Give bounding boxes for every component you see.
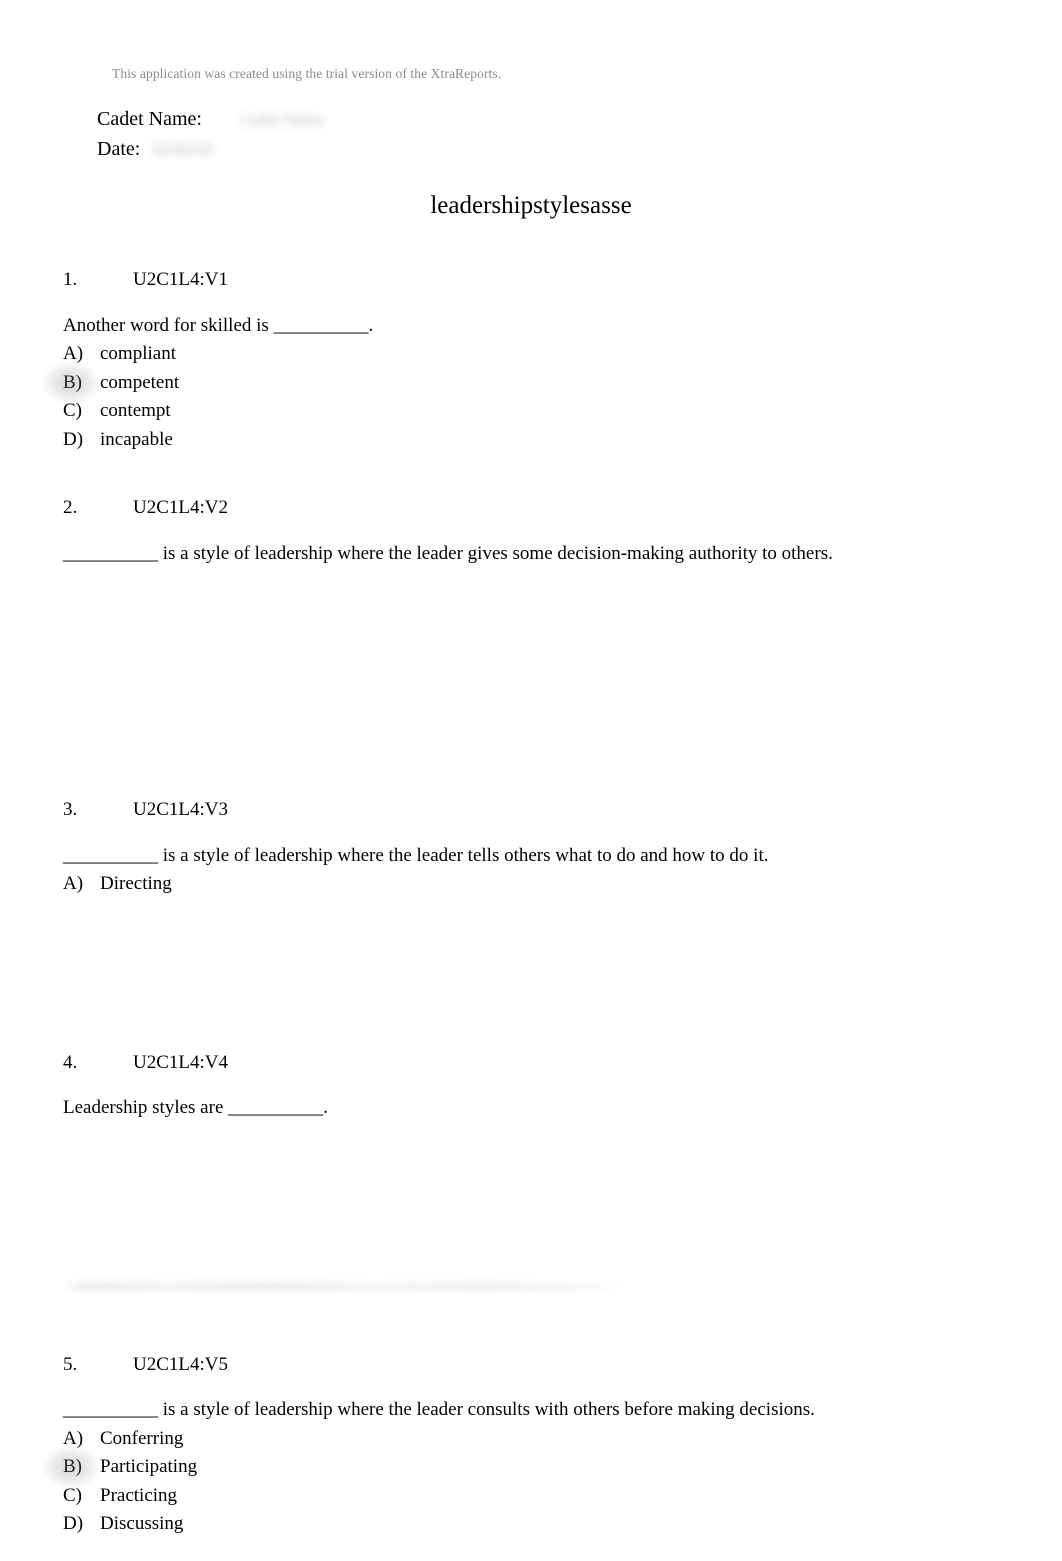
- question-header: 1. U2C1L4:V1: [63, 266, 963, 295]
- answer-option-letter: B): [63, 371, 82, 393]
- question-number: 3.: [63, 799, 78, 820]
- document-page: This application was created using the t…: [0, 0, 1062, 1561]
- question-number: 4.: [63, 1051, 78, 1073]
- question-header: 5. U2C1L4:V5: [63, 1351, 963, 1380]
- answer-option-label: Practicing: [100, 1484, 178, 1506]
- question-stem: Leadership styles are __________.: [63, 1097, 328, 1118]
- answer-option-letter: D): [63, 1513, 84, 1534]
- question-stem: __________ is a style of leadership wher…: [63, 542, 833, 564]
- answer-option-list: A) compliant B) competent C) contempt D) incapa…: [63, 340, 963, 454]
- cadet-name-field-row: Cadet Name: Cadet Name: [97, 104, 324, 134]
- question-code: U2C1L4:V5: [133, 1353, 228, 1375]
- question-stem: __________ is a style of leadership wher…: [63, 1399, 815, 1420]
- page-title: leadershipstylesasse: [430, 192, 632, 219]
- answer-option[interactable]: B) competent: [63, 369, 963, 398]
- answer-option-label: incapable: [100, 428, 173, 450]
- cadet-name-label: Cadet Name:: [97, 108, 202, 130]
- answer-option-letter: C): [63, 1484, 82, 1506]
- answer-option-label: Discussing: [100, 1513, 184, 1534]
- question-stem: __________ is a style of leadership wher…: [63, 844, 769, 866]
- date-label: Date:: [97, 138, 141, 160]
- answer-option-letter: B): [63, 1456, 82, 1477]
- answer-option-label: competent: [100, 371, 180, 393]
- question-code: U2C1L4:V1: [133, 269, 228, 290]
- question-header: 2. U2C1L4:V2: [63, 494, 963, 523]
- date-field-row: Date: 00/00/00: [97, 134, 324, 164]
- question-number: 5.: [63, 1353, 78, 1375]
- answer-option-label: Directing: [100, 873, 172, 894]
- question-stem: Another word for skilled is __________.: [63, 314, 374, 336]
- header-fields: Cadet Name: Cadet Name Date: 00/00/00: [97, 104, 324, 164]
- question-block: 1. U2C1L4:V1 Another word for skilled is _…: [63, 266, 963, 454]
- trial-version-notice: This application was created using the t…: [112, 66, 502, 81]
- question-code: U2C1L4:V4: [133, 1051, 228, 1073]
- question-spacer: [63, 899, 963, 1049]
- answer-option[interactable]: C) Practicing: [63, 1482, 963, 1511]
- question-number: 1.: [63, 269, 78, 290]
- answer-option[interactable]: D) incapable: [63, 426, 963, 455]
- date-value-redacted: 00/00/00: [152, 140, 213, 159]
- answer-option[interactable]: A) Conferring: [63, 1425, 963, 1454]
- answer-option-letter: D): [63, 428, 84, 450]
- question-header: 4. U2C1L4:V4: [63, 1049, 963, 1078]
- question-spacer: [63, 454, 963, 494]
- answer-option-letter: A): [63, 873, 84, 894]
- answer-option[interactable]: D) Discussing: [63, 1510, 963, 1539]
- question-block: 5. U2C1L4:V5 __________ is a style of lead…: [63, 1351, 963, 1539]
- question-block: 2. U2C1L4:V2 __________ is a style of lead…: [63, 494, 963, 568]
- answer-option-label: Participating: [100, 1456, 198, 1477]
- question-spacer: [63, 1123, 963, 1351]
- answer-option[interactable]: B) Participating: [63, 1453, 963, 1482]
- cadet-name-value-redacted: Cadet Name: [239, 110, 325, 129]
- answer-option[interactable]: A) Directing: [63, 870, 963, 899]
- answer-option[interactable]: C) contempt: [63, 397, 963, 426]
- answer-option-label: compliant: [100, 343, 176, 364]
- question-block: 3. U2C1L4:V3 __________ is a style of lead…: [63, 796, 963, 899]
- question-block: 4. U2C1L4:V4 Leadership styles are _______…: [63, 1049, 963, 1123]
- question-spacer: [63, 568, 963, 796]
- answer-option-label: contempt: [100, 400, 171, 421]
- question-list: 1. U2C1L4:V1 Another word for skilled is _…: [63, 266, 963, 1539]
- answer-option-letter: C): [63, 400, 82, 421]
- question-header: 3. U2C1L4:V3: [63, 796, 963, 825]
- answer-option-list: A) Directing: [63, 870, 963, 899]
- answer-option-label: Conferring: [100, 1427, 184, 1449]
- answer-option-letter: A): [63, 1427, 84, 1449]
- question-code: U2C1L4:V2: [133, 497, 228, 518]
- answer-option-letter: A): [63, 343, 84, 364]
- answer-option-list: A) Conferring B) Participating C) Practicing D…: [63, 1425, 963, 1539]
- question-number: 2.: [63, 497, 78, 518]
- question-code: U2C1L4:V3: [133, 799, 228, 820]
- answer-option[interactable]: A) compliant: [63, 340, 963, 369]
